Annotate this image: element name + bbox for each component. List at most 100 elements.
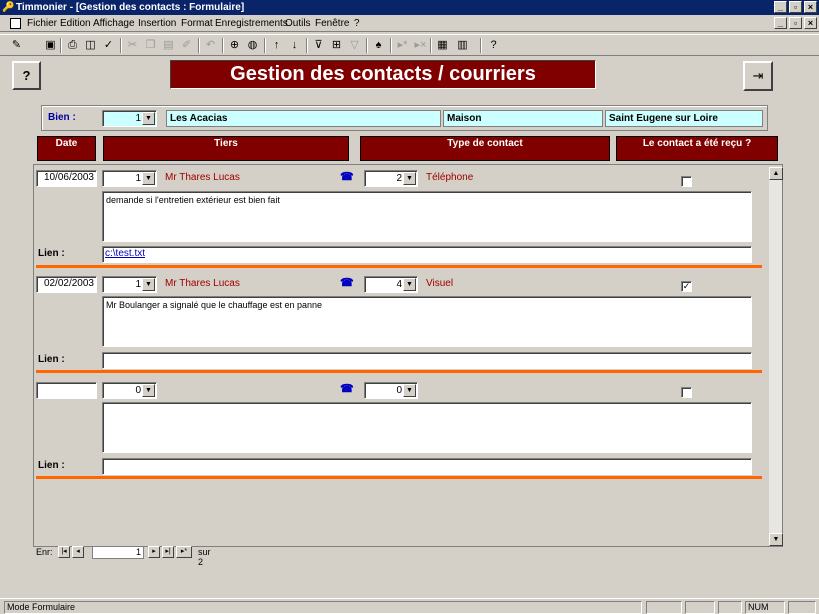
type-combo-value: 2 (396, 173, 402, 184)
scroll-up-icon[interactable]: ▲ (769, 167, 783, 180)
lien-label: Lien : (38, 248, 65, 259)
tiers-combo[interactable]: 1 ▼ (102, 276, 157, 293)
status-num: NUM (745, 601, 785, 614)
new-record-icon[interactable]: ▸* (394, 37, 411, 54)
type-combo[interactable]: 2 ▼ (364, 170, 418, 187)
save-icon[interactable]: ▣ (42, 37, 59, 54)
web-toolbar-icon[interactable]: ◍ (244, 37, 261, 54)
status-panel-2 (685, 601, 715, 614)
date-field[interactable] (36, 382, 97, 399)
date-field[interactable]: 02/02/2003 (36, 276, 97, 293)
doc-minimize-button[interactable]: _ (774, 17, 787, 29)
format-painter-icon[interactable]: ✐ (178, 37, 195, 54)
print-preview-icon[interactable]: ◫ (82, 37, 99, 54)
comment-field[interactable]: demande si l'entretien extérieur est bie… (102, 191, 752, 242)
menu-fenetre[interactable]: Fenêtre (315, 18, 349, 30)
help-icon[interactable]: ? (485, 37, 502, 54)
lien-field[interactable]: c:\test.txt (102, 246, 752, 263)
chevron-down-icon[interactable]: ▼ (403, 384, 416, 397)
copy-icon[interactable]: ❐ (142, 37, 159, 54)
sort-descending-icon[interactable]: ↓ (286, 37, 303, 54)
window-title-bar[interactable]: 🔑 Timmonier - [Gestion des contacts : Fo… (0, 0, 819, 15)
menu-affichage[interactable]: Affichage (93, 18, 135, 30)
paste-icon[interactable]: ▤ (160, 37, 177, 54)
bien-combo[interactable]: 1 ▼ (102, 110, 157, 127)
comment-field[interactable]: Mr Boulanger a signalé que le chauffage … (102, 296, 752, 347)
undo-icon[interactable]: ↶ (202, 37, 219, 54)
filter-by-form-icon[interactable]: ⊞ (328, 37, 345, 54)
phone-icon[interactable]: ☎ (340, 384, 354, 395)
tiers-combo[interactable]: 1 ▼ (102, 170, 157, 187)
lien-field[interactable] (102, 458, 752, 475)
lien-field[interactable] (102, 352, 752, 369)
current-record-field[interactable]: 1 (92, 546, 144, 559)
next-record-button[interactable]: ▸ (148, 546, 160, 558)
menu-enregistrements[interactable]: Enregistrements (215, 18, 288, 30)
chevron-down-icon[interactable]: ▼ (142, 278, 155, 291)
status-bar: Mode Formulaire NUM (0, 598, 819, 614)
menu-edition[interactable]: Edition (60, 18, 91, 30)
received-checkbox[interactable] (681, 387, 692, 398)
menu-help[interactable]: ? (354, 18, 360, 30)
help-button[interactable]: ? (12, 61, 41, 90)
chevron-down-icon[interactable]: ▼ (403, 278, 416, 291)
bien-type-field: Maison (443, 110, 603, 127)
database-window-icon[interactable]: ▦ (434, 37, 451, 54)
exit-button[interactable]: ⇥ (743, 61, 773, 91)
comment-field[interactable] (102, 402, 752, 453)
first-record-button[interactable]: |◂ (58, 546, 70, 558)
received-checkbox[interactable] (681, 176, 692, 187)
delete-record-icon[interactable]: ▸× (412, 37, 429, 54)
app-key-icon: 🔑 (2, 2, 15, 13)
new-object-icon[interactable]: ▥ (454, 37, 471, 54)
received-checkbox[interactable]: ✓ (681, 281, 692, 292)
menu-fichier[interactable]: Fichier (27, 18, 57, 30)
new-record-button[interactable]: ▸* (176, 546, 192, 558)
lien-hyperlink[interactable]: c:\test.txt (105, 248, 145, 259)
type-combo-value: 4 (396, 279, 402, 290)
type-combo[interactable]: 0 ▼ (364, 382, 418, 399)
form-document-icon[interactable] (10, 18, 21, 29)
cut-icon[interactable]: ✂ (124, 37, 141, 54)
restore-button[interactable]: ▫ (789, 1, 802, 13)
insert-hyperlink-icon[interactable]: ⊕ (226, 37, 243, 54)
doc-restore-button[interactable]: ▫ (789, 17, 802, 29)
nav-label: Enr: (36, 547, 53, 557)
last-record-button[interactable]: ▸| (162, 546, 174, 558)
menu-bar: Fichier Edition Affichage Insertion Form… (0, 16, 819, 32)
header-type-contact: Type de contact (360, 136, 610, 161)
minimize-button[interactable]: _ (774, 1, 787, 13)
bien-name-field: Les Acacias (166, 110, 441, 127)
menu-outils[interactable]: Outils (285, 18, 311, 30)
spellcheck-icon[interactable]: ✓ (100, 37, 117, 54)
apply-filter-icon[interactable]: ▽ (346, 37, 363, 54)
type-combo[interactable]: 4 ▼ (364, 276, 418, 293)
bien-city-field: Saint Eugene sur Loire (605, 110, 763, 127)
phone-icon[interactable]: ☎ (340, 278, 354, 289)
tiers-combo-value: 1 (135, 279, 141, 290)
phone-icon[interactable]: ☎ (340, 172, 354, 183)
scroll-down-icon[interactable]: ▼ (769, 533, 783, 546)
vertical-scrollbar[interactable]: ▲ ▼ (768, 167, 783, 546)
filter-by-selection-icon[interactable]: ⊽ (310, 37, 327, 54)
chevron-down-icon[interactable]: ▼ (142, 384, 155, 397)
status-panel-1 (646, 601, 682, 614)
doc-close-button[interactable]: × (804, 17, 817, 29)
window-title: Timmonier - [Gestion des contacts : Form… (16, 2, 245, 13)
design-view-icon[interactable]: ✎ (8, 37, 25, 54)
print-icon[interactable]: ⎙ (64, 37, 81, 54)
menu-insertion[interactable]: Insertion (138, 18, 176, 30)
menu-format[interactable]: Format (181, 18, 213, 30)
find-icon[interactable]: ♠ (370, 37, 387, 54)
chevron-down-icon[interactable]: ▼ (403, 172, 416, 185)
type-combo-value: 0 (396, 385, 402, 396)
date-field[interactable]: 10/06/2003 (36, 170, 97, 187)
type-name: Visuel (426, 278, 454, 289)
close-button[interactable]: × (804, 1, 817, 13)
tiers-combo[interactable]: 0 ▼ (102, 382, 157, 399)
chevron-down-icon[interactable]: ▼ (142, 172, 155, 185)
prev-record-button[interactable]: ◂ (72, 546, 84, 558)
chevron-down-icon[interactable]: ▼ (142, 112, 155, 125)
type-name: Téléphone (426, 172, 474, 183)
sort-ascending-icon[interactable]: ↑ (268, 37, 285, 54)
